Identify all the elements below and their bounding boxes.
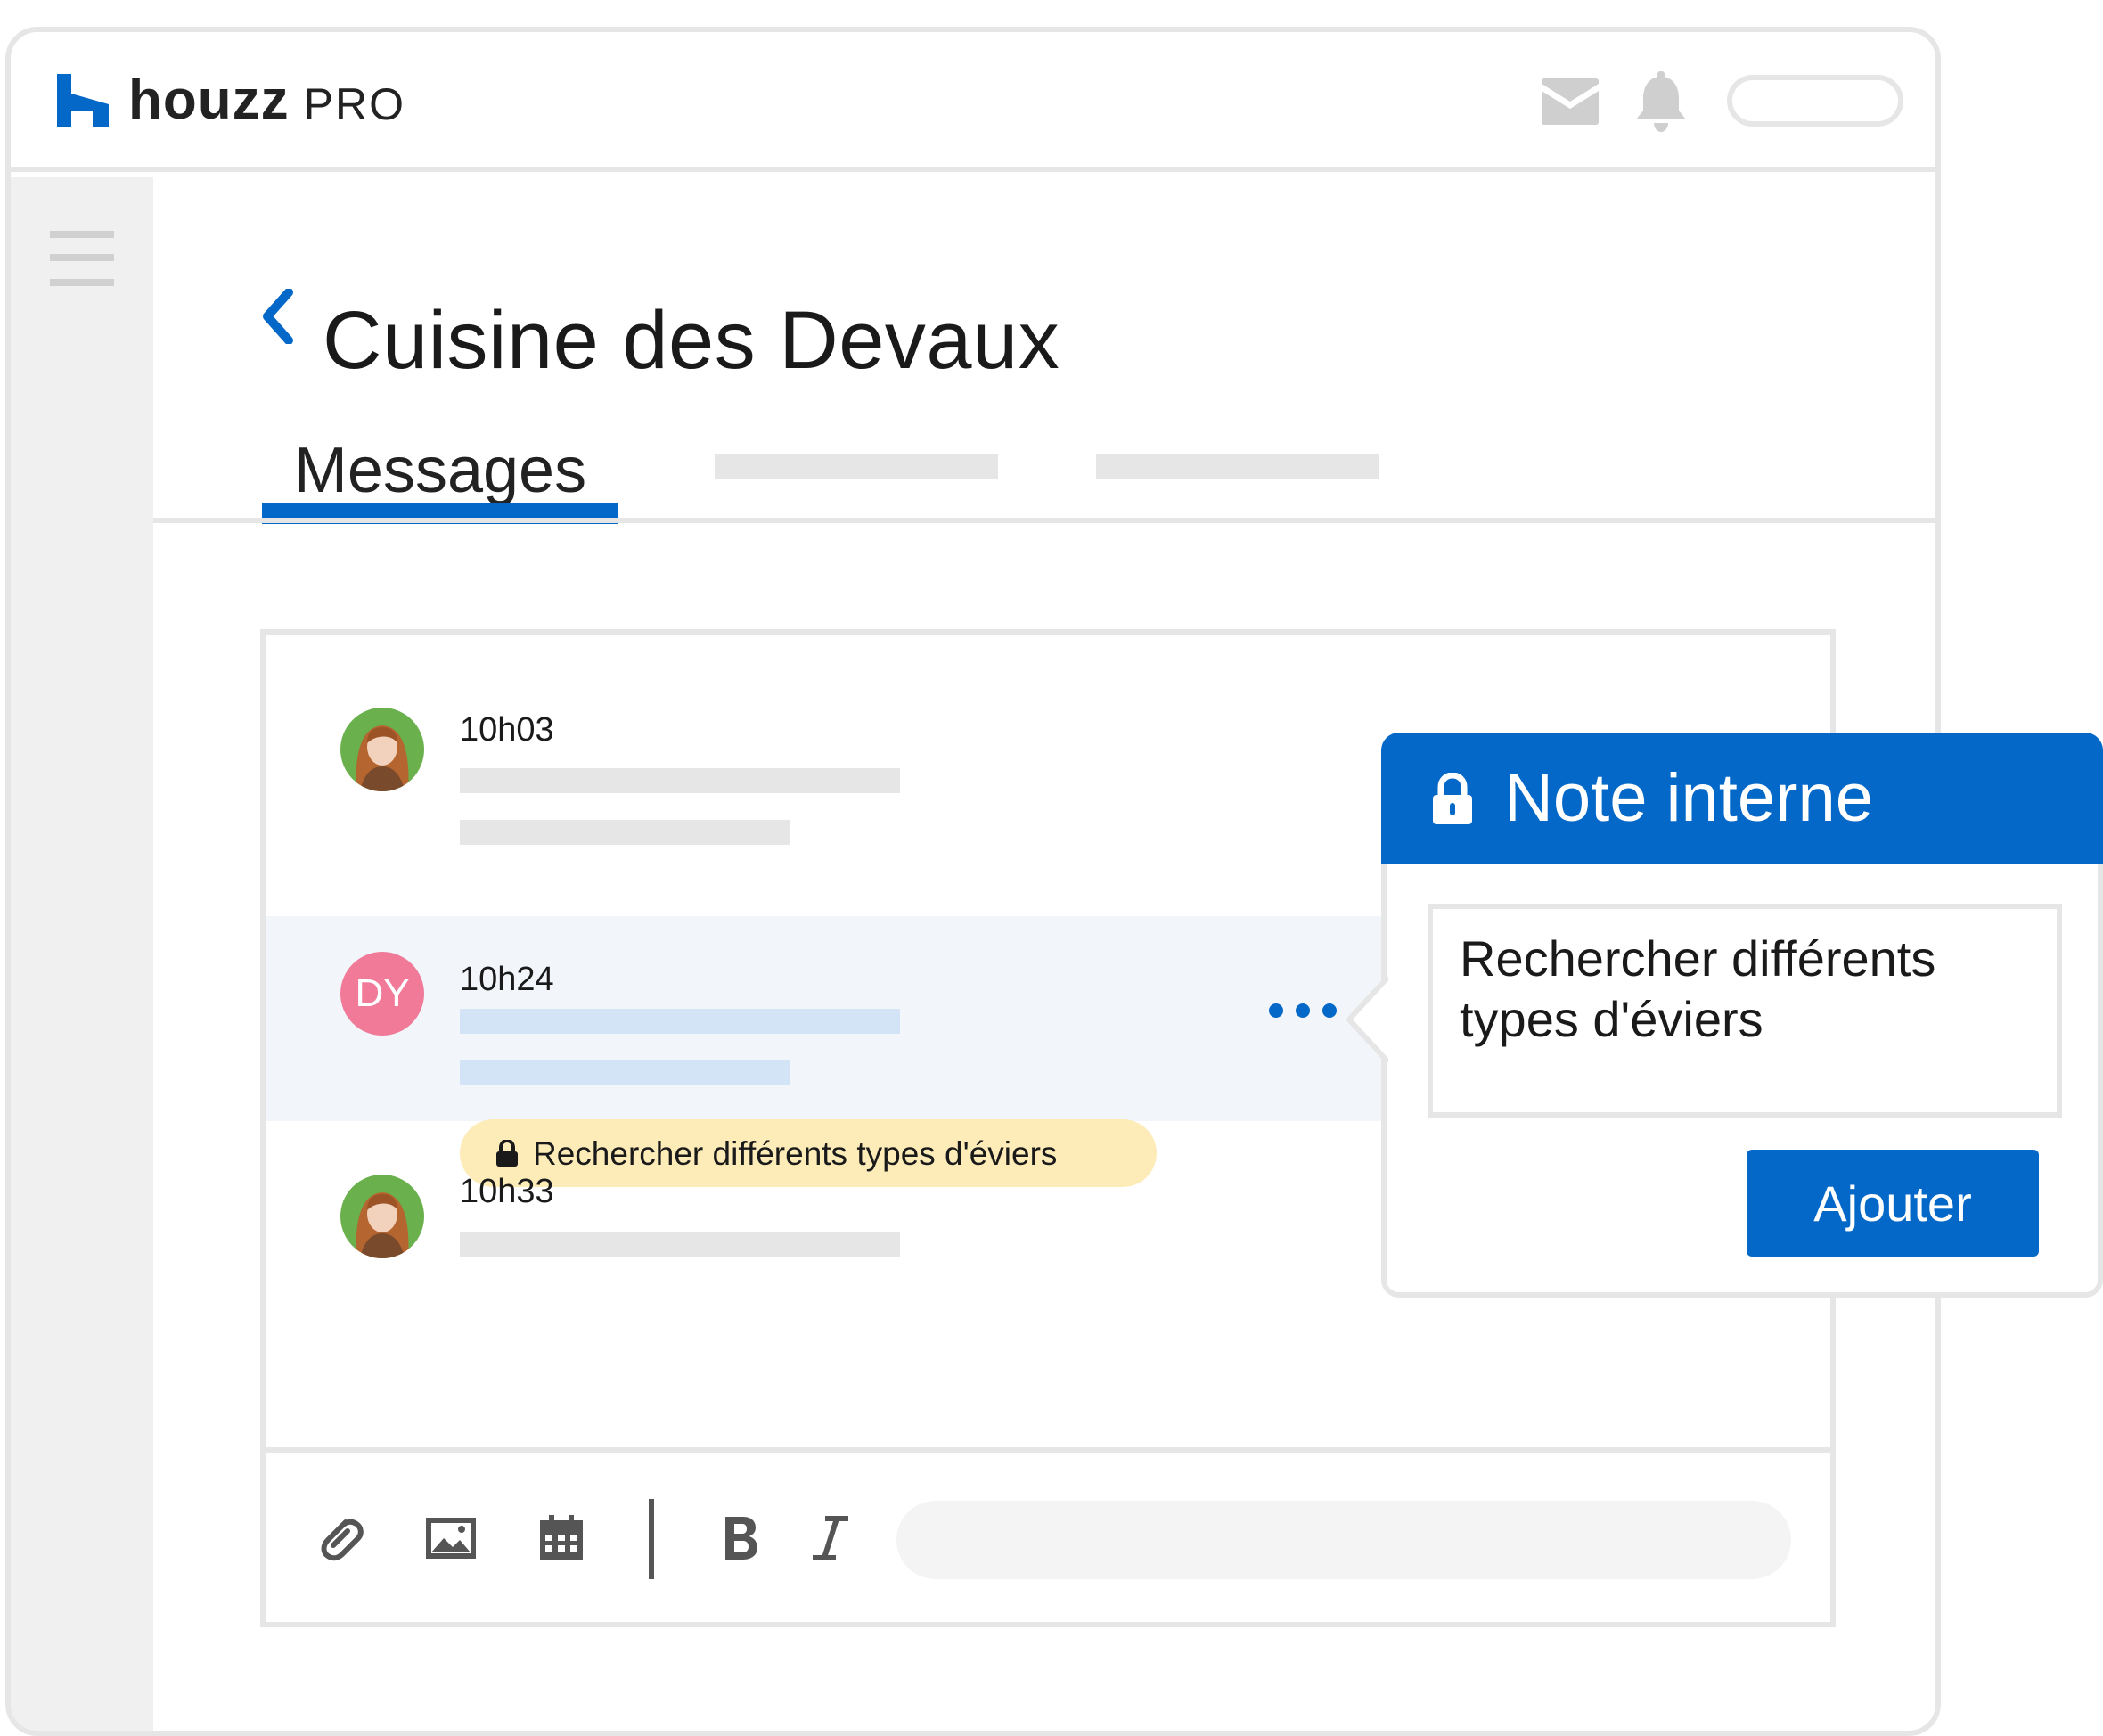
- mail-icon[interactable]: [1542, 78, 1599, 125]
- tab-placeholder[interactable]: [715, 454, 998, 479]
- message-text-placeholder: [460, 1009, 900, 1034]
- message-composer: [266, 1447, 1830, 1622]
- top-bar: houzz PRO: [11, 32, 1935, 172]
- page-title: Cuisine des Devaux: [323, 295, 1060, 386]
- internal-note-popup: Note interne Rechercher différents types…: [1346, 733, 2103, 1298]
- add-button[interactable]: Ajouter: [1747, 1150, 2039, 1257]
- back-chevron-icon[interactable]: [260, 289, 296, 344]
- message-time: 10h03: [460, 711, 554, 749]
- houzz-pro-logo[interactable]: houzz PRO: [57, 73, 405, 128]
- message-time: 10h33: [460, 1173, 554, 1210]
- message-input[interactable]: [896, 1501, 1791, 1579]
- toolbar-separator: [649, 1499, 654, 1579]
- user-avatar[interactable]: [340, 708, 424, 791]
- note-textarea[interactable]: Rechercher différents types d'éviers: [1428, 904, 2062, 1118]
- message-text-placeholder: [460, 820, 790, 845]
- message-text-placeholder: [460, 1060, 790, 1085]
- tab-messages[interactable]: Messages: [262, 438, 618, 503]
- user-avatar-initials[interactable]: DY: [340, 952, 424, 1036]
- brand-name: houzz: [128, 70, 290, 131]
- tab-placeholder[interactable]: [1096, 454, 1379, 479]
- tabs-divider: [153, 518, 1935, 523]
- popup-header: Note interne: [1381, 733, 2103, 864]
- user-avatar[interactable]: [340, 1175, 424, 1258]
- bold-icon[interactable]: [715, 1513, 765, 1563]
- houzz-logo-icon: [57, 74, 109, 127]
- message-time: 10h24: [460, 961, 554, 998]
- popup-title: Note interne: [1504, 760, 1874, 836]
- bell-icon[interactable]: [1632, 71, 1690, 132]
- popup-pointer: [1346, 977, 1388, 1062]
- search-field[interactable]: [1727, 75, 1903, 127]
- message-text-placeholder: [460, 1232, 900, 1257]
- calendar-icon[interactable]: [536, 1513, 586, 1563]
- lock-icon: [1433, 773, 1472, 824]
- message-text-placeholder: [460, 768, 900, 793]
- italic-icon[interactable]: [806, 1513, 855, 1563]
- sidebar: [11, 177, 153, 1731]
- image-icon[interactable]: [426, 1513, 476, 1563]
- paperclip-icon[interactable]: [315, 1513, 365, 1563]
- hamburger-menu-icon[interactable]: [50, 231, 114, 286]
- more-options-icon[interactable]: [1267, 1002, 1338, 1019]
- brand-suffix: PRO: [303, 79, 405, 129]
